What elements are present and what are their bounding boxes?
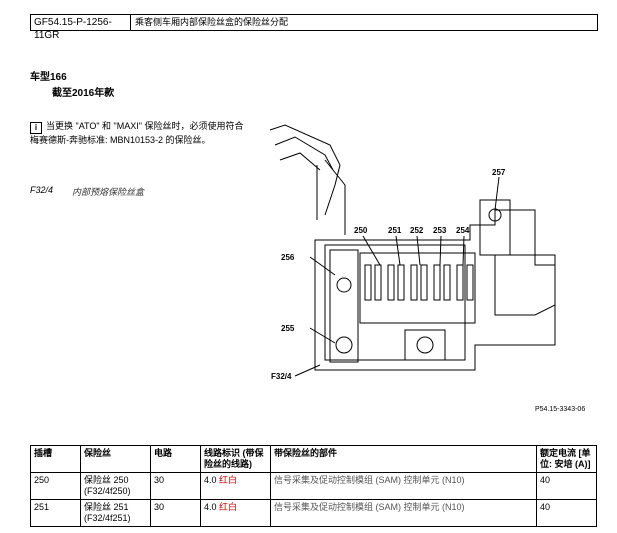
header-rating: 额定电流 [单位: 安培 (A)] bbox=[536, 445, 597, 473]
header-slot: 插槽 bbox=[30, 445, 81, 473]
figure-reference: P54.15-3343-06 bbox=[535, 406, 586, 413]
fuse-256-bolt bbox=[336, 277, 352, 293]
label-250: 250 bbox=[354, 226, 368, 235]
label-253: 253 bbox=[433, 226, 447, 235]
table-row: 251 保险丝 251 (F32/4f251) 30 4.0 红白 信号采集及促动… bbox=[30, 499, 597, 527]
fuse-255-bolt bbox=[335, 336, 353, 354]
cell-rating: 40 bbox=[536, 472, 597, 500]
left-fuse-column bbox=[329, 249, 359, 363]
cell-wire: 4.0 红白 bbox=[200, 499, 271, 527]
info-note-text: 当更换 "ATO" 和 "MAXI" 保险丝时，必须使用符合梅赛德斯-奔驰标准:… bbox=[30, 121, 244, 145]
cell-rating: 40 bbox=[536, 499, 597, 527]
model-year-label: 截至2016年款 bbox=[52, 88, 115, 99]
label-257: 257 bbox=[492, 168, 506, 177]
cell-fuse: 保险丝 250 (F32/4f250) bbox=[80, 472, 151, 500]
label-256: 256 bbox=[281, 253, 295, 262]
fuse-code: (F32/4f250) bbox=[84, 486, 131, 496]
fuse-box-diagram: 257 250 251 252 253 254 256 255 F32/4 bbox=[269, 124, 556, 380]
wire-size: 4.0 bbox=[204, 502, 217, 512]
fuse-code: (F32/4f251) bbox=[84, 513, 131, 523]
fuse-assignment-table: 插槽 保险丝 电路 线路标识 (带保险丝的线路) 带保险丝的部件 额定电流 [单… bbox=[30, 445, 597, 527]
document-header: GF54.15-P-1256-11GR 乘客侧车厢内部保险丝盒的保险丝分配 bbox=[30, 14, 598, 41]
cell-component: 信号采集及促动控制模组 (SAM) 控制单元 (N10) bbox=[270, 472, 537, 500]
lower-connector bbox=[404, 329, 446, 361]
info-icon: i bbox=[30, 122, 42, 134]
table-header-row: 插槽 保险丝 电路 线路标识 (带保险丝的线路) 带保险丝的部件 额定电流 [单… bbox=[30, 445, 597, 473]
cell-slot: 251 bbox=[30, 499, 81, 527]
document-title: 乘客侧车厢内部保险丝盒的保险丝分配 bbox=[135, 17, 289, 27]
wire-color: 红白 bbox=[219, 502, 238, 512]
cell-circuit: 30 bbox=[150, 472, 201, 500]
cell-component: 信号采集及促动控制模组 (SAM) 控制单元 (N10) bbox=[270, 499, 537, 527]
table-row: 250 保险丝 250 (F32/4f250) 30 4.0 红白 信号采集及促动… bbox=[30, 472, 597, 500]
document-code: GF54.15-P-1256-11GR bbox=[31, 15, 131, 41]
label-251: 251 bbox=[388, 226, 402, 235]
header-fuse: 保险丝 bbox=[80, 445, 151, 473]
label-f32-4: F32/4 bbox=[271, 372, 292, 380]
model-label: 车型166 bbox=[30, 72, 67, 83]
fuse-name: 保险丝 250 bbox=[84, 475, 129, 485]
section-id: F32/4 bbox=[30, 185, 54, 195]
label-255: 255 bbox=[281, 324, 295, 333]
cell-slot: 250 bbox=[30, 472, 81, 500]
wire-size: 4.0 bbox=[204, 475, 217, 485]
cell-fuse: 保险丝 251 (F32/4f251) bbox=[80, 499, 151, 527]
cell-circuit: 30 bbox=[150, 499, 201, 527]
header-circuit: 电路 bbox=[150, 445, 201, 473]
label-252: 252 bbox=[410, 226, 424, 235]
label-254: 254 bbox=[456, 226, 470, 235]
bracket-outline bbox=[269, 124, 341, 216]
fuse-slots bbox=[364, 264, 474, 301]
cell-wire: 4.0 红白 bbox=[200, 472, 271, 500]
info-note: i 当更换 "ATO" 和 "MAXI" 保险丝时，必须使用符合梅赛德斯-奔驰标准… bbox=[30, 120, 245, 147]
header-component: 带保险丝的部件 bbox=[270, 445, 537, 473]
header-wire: 线路标识 (带保险丝的线路) bbox=[200, 445, 271, 473]
wire-color: 红白 bbox=[219, 475, 238, 485]
section-description: 内部预熔保险丝盒 bbox=[72, 187, 145, 197]
fuse-name: 保险丝 251 bbox=[84, 502, 129, 512]
